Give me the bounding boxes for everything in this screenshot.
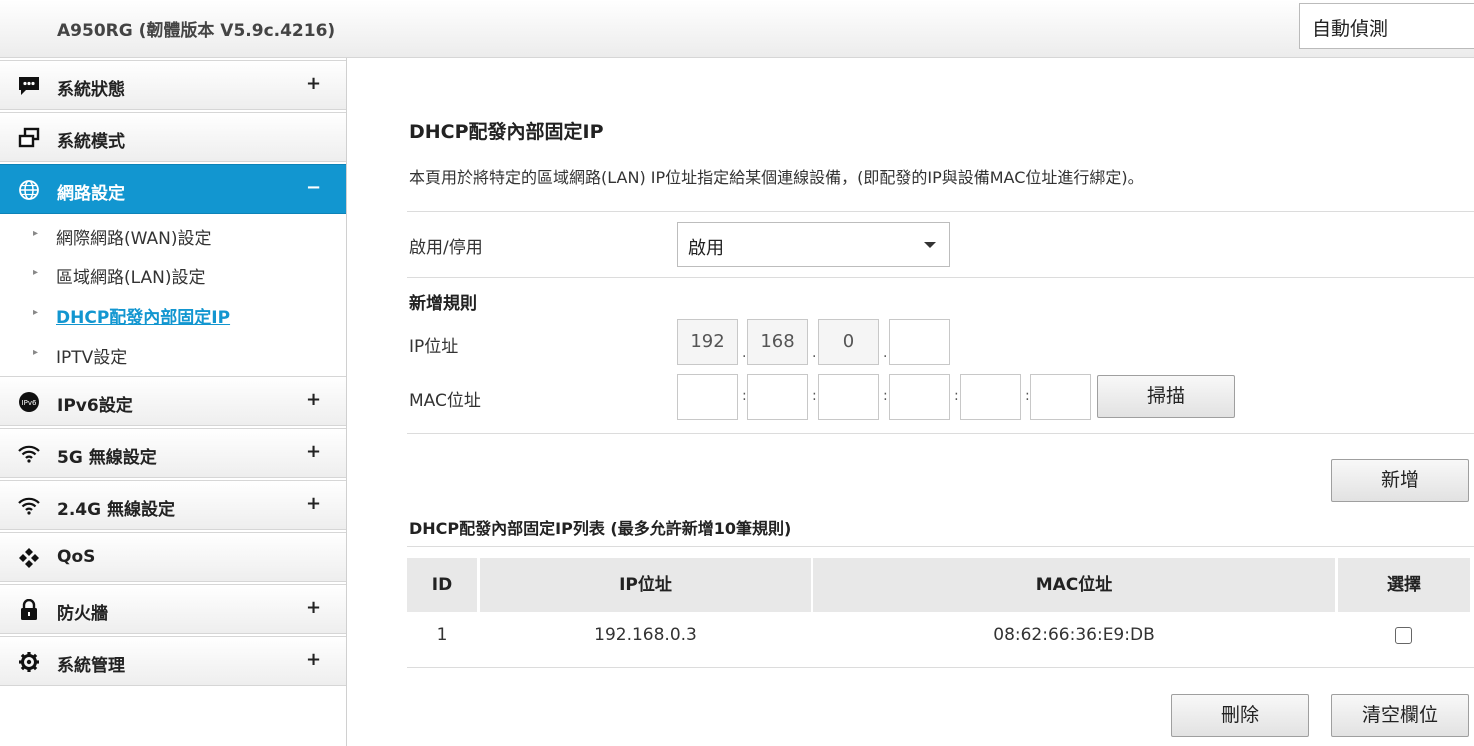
ip-octet-1[interactable]: 192 bbox=[677, 319, 738, 365]
sidebar-subitem-lan[interactable]: ▸ 區域網路(LAN)設定 bbox=[0, 255, 346, 291]
sidebar-item-5g-wireless[interactable]: 5G 無線設定 + bbox=[0, 428, 346, 478]
mac-separator: : bbox=[954, 388, 959, 404]
page-description: 本頁用於將特定的區域網路(LAN) IP位址指定給某個連線設備，(即配發的IP與… bbox=[409, 168, 1144, 187]
mac-octet-2[interactable] bbox=[747, 374, 808, 420]
sidebar-subitem-iptv[interactable]: ▸ IPTV設定 bbox=[0, 335, 346, 371]
bullet-icon: ▸ bbox=[33, 347, 39, 358]
language-select[interactable]: 自動偵測 bbox=[1299, 3, 1474, 49]
sidebar-item-label: 2.4G 無線設定 bbox=[57, 500, 175, 520]
sidebar-item-label: QoS bbox=[57, 547, 96, 567]
bullet-icon: ▸ bbox=[33, 228, 39, 239]
expand-icon: + bbox=[306, 597, 322, 618]
column-header-select: 選擇 bbox=[1338, 558, 1470, 612]
divider bbox=[407, 211, 1474, 212]
lock-icon bbox=[21, 599, 37, 620]
ip-separator: . bbox=[883, 345, 888, 361]
divider bbox=[407, 433, 1474, 434]
sidebar-item-label: 防火牆 bbox=[57, 604, 108, 624]
sidebar-item-label: IPv6設定 bbox=[57, 396, 133, 416]
sidebar-item-label: 網路設定 bbox=[57, 184, 125, 204]
mac-octet-3[interactable] bbox=[818, 374, 879, 420]
enable-select-value: 啟用 bbox=[688, 238, 724, 259]
mac-separator: : bbox=[1025, 388, 1030, 404]
sidebar-item-system-mode[interactable]: 系統模式 bbox=[0, 112, 346, 162]
sidebar-item-system-status[interactable]: 系統狀態 + bbox=[0, 60, 346, 110]
sidebar-item-label: 系統模式 bbox=[57, 132, 125, 152]
column-header-ip: IP位址 bbox=[480, 558, 811, 612]
enable-select[interactable]: 啟用 bbox=[677, 222, 950, 267]
expand-icon: + bbox=[306, 649, 322, 670]
expand-icon: + bbox=[306, 73, 322, 94]
mac-octet-4[interactable] bbox=[889, 374, 950, 420]
sidebar-item-label: 系統管理 bbox=[57, 656, 125, 676]
mac-separator: : bbox=[812, 388, 817, 404]
wifi-icon bbox=[18, 497, 40, 515]
sidebar-subitem-wan[interactable]: ▸ 網際網路(WAN)設定 bbox=[0, 216, 346, 252]
sidebar-item-24g-wireless[interactable]: 2.4G 無線設定 + bbox=[0, 480, 346, 530]
table-row-divider bbox=[407, 667, 1474, 668]
expand-icon: + bbox=[306, 389, 322, 410]
sidebar-item-system-admin[interactable]: 系統管理 + bbox=[0, 636, 346, 686]
clear-fields-button[interactable]: 清空欄位 bbox=[1331, 694, 1469, 737]
expand-icon: + bbox=[306, 493, 322, 514]
mac-address-label: MAC位址 bbox=[409, 391, 481, 411]
sidebar-subitem-label: 區域網路(LAN)設定 bbox=[56, 268, 206, 288]
enable-label: 啟用/停用 bbox=[409, 238, 483, 258]
ip-octet-4[interactable] bbox=[889, 319, 950, 365]
delete-button[interactable]: 刪除 bbox=[1171, 694, 1309, 737]
collapse-icon: − bbox=[306, 177, 322, 198]
main-content: DHCP配發內部固定IP 本頁用於將特定的區域網路(LAN) IP位址指定給某個… bbox=[347, 58, 1474, 746]
chat-bubble-icon bbox=[19, 77, 39, 95]
mac-separator: : bbox=[742, 388, 747, 404]
top-header: A950RG (韌體版本 V5.9c.4216) 自動偵測 bbox=[0, 0, 1474, 58]
sidebar: 系統狀態 + 系統模式 網路設定 − ▸ 網際網路(WAN)設定 ▸ 區域網路(… bbox=[0, 58, 347, 746]
table-cell-ip: 192.168.0.3 bbox=[594, 625, 697, 645]
sidebar-item-network-settings[interactable]: 網路設定 − bbox=[0, 164, 346, 214]
rule-list-title: DHCP配發內部固定IP列表 (最多允許新增10筆規則) bbox=[409, 519, 792, 538]
sidebar-subitem-label: DHCP配發內部固定IP bbox=[56, 308, 231, 328]
sidebar-item-qos[interactable]: QoS bbox=[0, 532, 346, 582]
sidebar-item-firewall[interactable]: 防火牆 + bbox=[0, 584, 346, 634]
caret-down-icon bbox=[924, 242, 936, 248]
bullet-icon: ▸ bbox=[33, 267, 39, 278]
divider bbox=[407, 277, 1474, 278]
sidebar-item-ipv6[interactable]: IPv6 IPv6設定 + bbox=[0, 376, 346, 426]
ip-octet-2[interactable]: 168 bbox=[747, 319, 808, 365]
expand-icon: + bbox=[306, 441, 322, 462]
ip-address-label: IP位址 bbox=[409, 337, 459, 357]
svg-text:IPv6: IPv6 bbox=[22, 399, 37, 407]
column-header-mac: MAC位址 bbox=[813, 558, 1335, 612]
wifi-icon bbox=[18, 445, 40, 463]
scan-button[interactable]: 掃描 bbox=[1097, 375, 1235, 418]
table-cell-id: 1 bbox=[436, 625, 448, 645]
add-button[interactable]: 新增 bbox=[1331, 459, 1469, 502]
globe-icon bbox=[19, 180, 39, 200]
mac-octet-1[interactable] bbox=[677, 374, 738, 420]
row-select-checkbox[interactable] bbox=[1395, 627, 1412, 644]
column-header-id: ID bbox=[407, 558, 477, 612]
bullet-icon: ▸ bbox=[33, 307, 39, 318]
windows-icon bbox=[18, 127, 40, 148]
mac-octet-5[interactable] bbox=[960, 374, 1021, 420]
mac-octet-6[interactable] bbox=[1030, 374, 1091, 420]
sidebar-item-label: 系統狀態 bbox=[57, 80, 125, 100]
sidebar-subitem-dhcp-static-ip[interactable]: ▸ DHCP配發內部固定IP bbox=[0, 295, 346, 331]
add-rule-title: 新增規則 bbox=[409, 294, 477, 314]
mac-separator: : bbox=[883, 388, 888, 404]
ip-separator: . bbox=[812, 345, 817, 361]
sidebar-item-label: 5G 無線設定 bbox=[57, 448, 157, 468]
ipv6-icon: IPv6 bbox=[19, 392, 39, 412]
table-cell-mac: 08:62:66:36:E9:DB bbox=[993, 625, 1155, 645]
firmware-title: A950RG (韌體版本 V5.9c.4216) bbox=[57, 21, 336, 41]
ip-octet-3[interactable]: 0 bbox=[818, 319, 879, 365]
sidebar-subitem-label: IPTV設定 bbox=[56, 348, 128, 368]
sidebar-subitem-label: 網際網路(WAN)設定 bbox=[56, 229, 212, 249]
gear-icon bbox=[19, 652, 39, 672]
qos-icon bbox=[19, 548, 39, 568]
page-title: DHCP配發內部固定IP bbox=[409, 121, 604, 143]
divider bbox=[407, 546, 1474, 547]
ip-separator: . bbox=[742, 345, 747, 361]
